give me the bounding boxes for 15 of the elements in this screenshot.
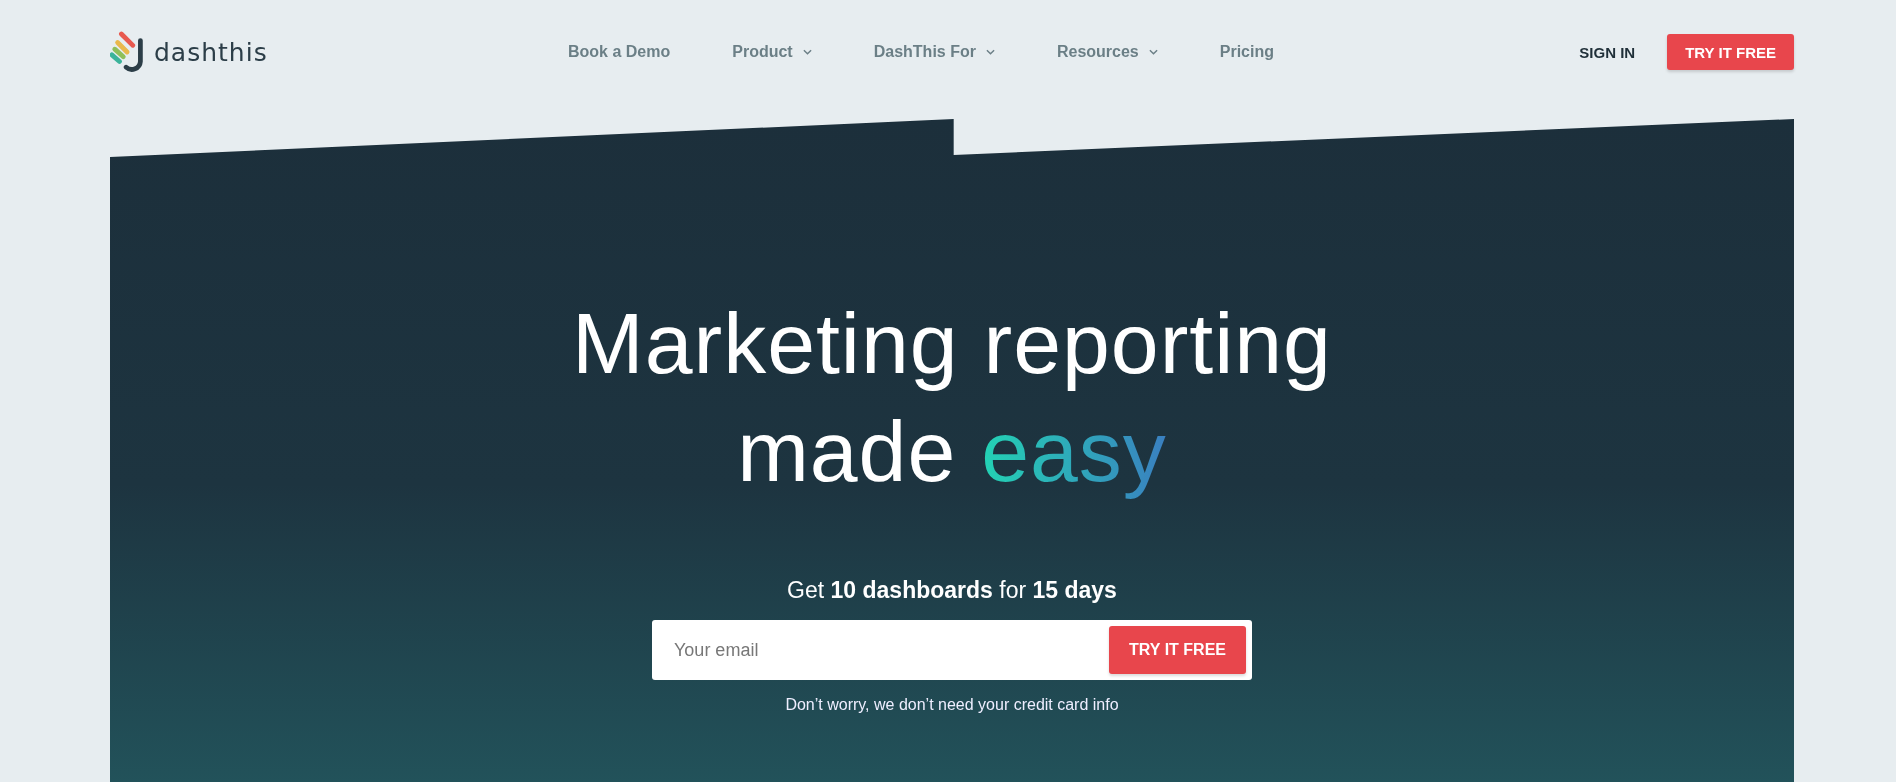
nav-link[interactable]: Pricing [1219, 43, 1274, 61]
offer-text: Get 10 dashboards for 15 days [787, 577, 1117, 604]
chevron-icon [985, 49, 995, 55]
chevron-icon [802, 49, 812, 55]
nav-link[interactable]: Book a Demo [568, 43, 671, 61]
logo-wordmark[interactable]: dashthis [154, 37, 268, 67]
nav-link[interactable]: Resources [1056, 43, 1158, 61]
try-free-button[interactable]: TRY IT FREE [1667, 34, 1794, 70]
note-text: Don’t worry, we don’t need your credit card info [785, 696, 1119, 714]
headline: Marketing reporting made easy [572, 294, 1332, 501]
sign-in-link[interactable]: SIGN IN [1579, 43, 1636, 61]
nav-link[interactable]: Product [732, 43, 812, 61]
chevron-icon [1148, 49, 1158, 55]
try-free-button[interactable]: TRY IT FREE [1109, 626, 1246, 674]
nav-link[interactable]: DashThis For [873, 43, 995, 61]
